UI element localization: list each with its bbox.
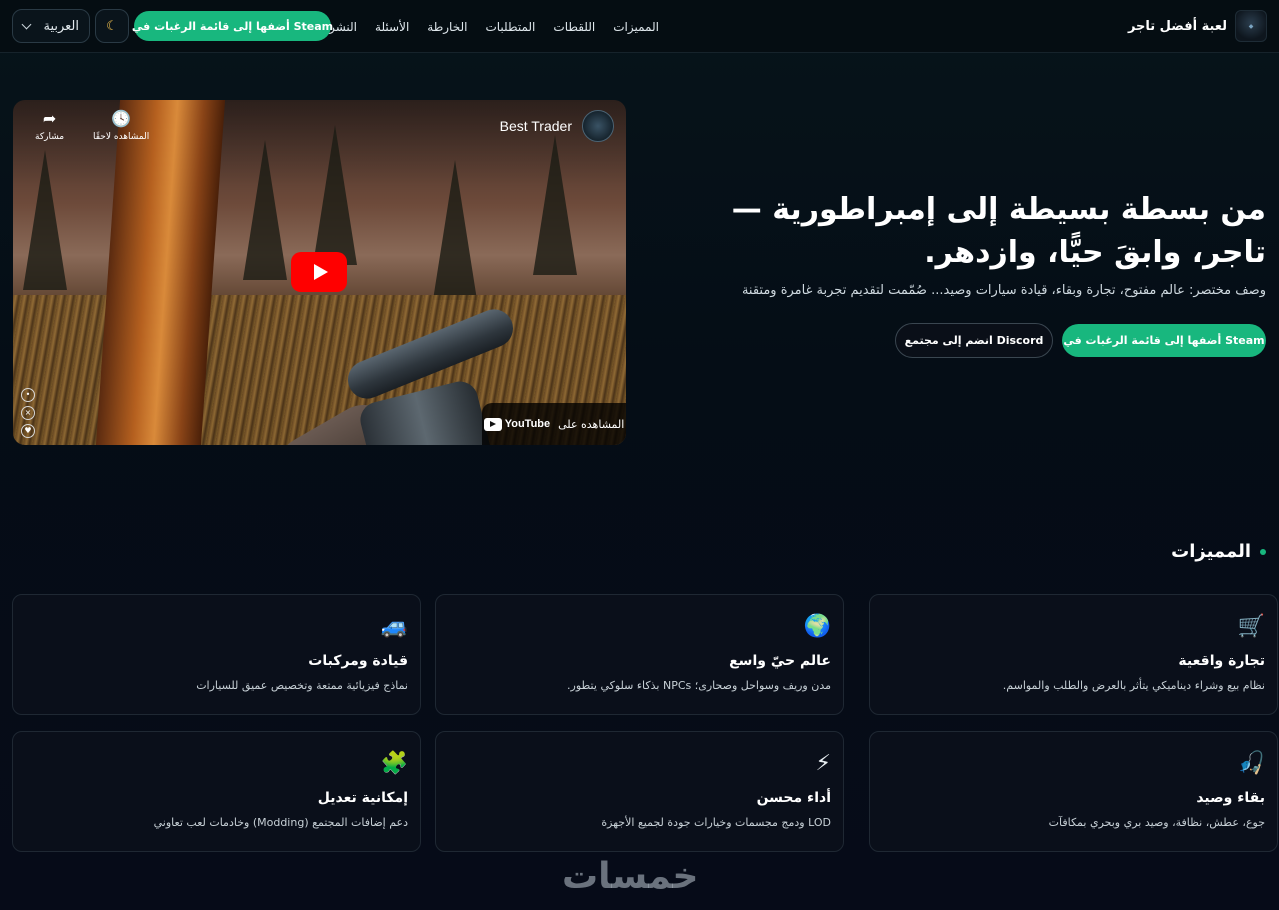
- nav-link-map[interactable]: الخارطة: [427, 20, 467, 34]
- discord-join-button[interactable]: انضم إلى مجتمع Discord: [895, 323, 1053, 358]
- hud-icon: ×: [21, 406, 35, 420]
- moon-icon: ☾: [106, 18, 118, 34]
- hud-icons: • × ♥: [21, 388, 35, 438]
- cart-icon: 🛒: [1237, 614, 1265, 639]
- youtube-video-embed[interactable]: Best Trader 🕓 المشاهده لاحقًا ➦ مشاركة •…: [13, 100, 626, 445]
- features-heading: المميزات: [1171, 541, 1266, 562]
- theme-toggle-button[interactable]: ☾: [95, 9, 129, 43]
- hero-title: من بسطة بسيطة إلى إمبراطورية — تاجر، واب…: [731, 192, 1266, 270]
- youtube-wordmark: YouTube: [504, 418, 551, 430]
- feature-title: تجارة واقعية: [1178, 653, 1265, 669]
- game-logo-icon: ◆: [1235, 10, 1267, 42]
- feature-desc: LOD ودمج مجسمات وخيارات جودة لجميع الأجه…: [601, 816, 831, 829]
- globe-icon: 🌍: [803, 614, 831, 639]
- fishing-icon: 🎣: [1237, 751, 1265, 776]
- feature-card-driving: 🚙 قيادة ومركبات نماذج فيزيائية ممتعة وتخ…: [12, 594, 421, 715]
- feature-desc: نظام بيع وشراء ديناميكي يتأثر بالعرض وال…: [1002, 679, 1265, 692]
- youtube-logo-icon: YouTube: [483, 417, 551, 431]
- watch-on-youtube-button[interactable]: المشاهده على YouTube: [482, 403, 626, 445]
- lightning-icon: ⚡: [815, 751, 831, 776]
- watch-later-button[interactable]: 🕓 المشاهده لاحقًا: [93, 109, 150, 143]
- watermark: خمسات: [562, 856, 699, 897]
- feature-card-performance: ⚡ أداء محسن LOD ودمج مجسمات وخيارات جودة…: [435, 731, 844, 852]
- hero-description: وصف مختصر: عالم مفتوح، تجارة وبقاء، قياد…: [741, 283, 1266, 298]
- nav-links: المميزات اللقطات المتطلبات الخارطة الأسئ…: [323, 0, 659, 53]
- features-title: المميزات: [1171, 541, 1251, 562]
- feature-title: قيادة ومركبات: [308, 653, 408, 669]
- feature-title: أداء محسن: [756, 790, 831, 806]
- puzzle-icon: 🧩: [380, 751, 408, 776]
- clock-icon: 🕓: [111, 109, 132, 128]
- video-scene-tree: [243, 140, 287, 280]
- share-icon: ➦: [42, 109, 57, 128]
- feature-card-trade: 🛒 تجارة واقعية نظام بيع وشراء ديناميكي ي…: [869, 594, 1278, 715]
- nav-link-faq[interactable]: الأسئلة: [375, 20, 409, 34]
- video-scene-tree: [433, 160, 477, 300]
- feature-card-modding: 🧩 إمكانية تعديل دعم إضافات المجتمع (Modd…: [12, 731, 421, 852]
- nav-link-features[interactable]: المميزات: [613, 20, 659, 34]
- feature-desc: دعم إضافات المجتمع (Modding) وخادمات لعب…: [153, 816, 408, 829]
- feature-card-world: 🌍 عالم حيّ واسع مدن وريف وسواحل وصحارى؛ …: [435, 594, 844, 715]
- nav-link-screenshots[interactable]: اللقطات: [553, 20, 595, 34]
- video-scene-tree: [23, 150, 67, 290]
- language-value: العربية: [43, 18, 79, 34]
- channel-avatar[interactable]: [582, 110, 614, 142]
- share-button[interactable]: ➦ مشاركة: [35, 109, 65, 143]
- feature-title: بقاء وصيد: [1196, 790, 1265, 806]
- hero-steam-wishlist-button[interactable]: أضفها إلى قائمة الرغبات في Steam: [1062, 324, 1266, 357]
- feature-desc: نماذج فيزيائية ممتعة وتخصيص عميق للسيارا…: [196, 679, 408, 692]
- watch-on-label: المشاهده على: [558, 417, 625, 431]
- brand-name: لعبة أفضل تاجر: [1127, 18, 1227, 34]
- video-title[interactable]: Best Trader: [500, 118, 572, 134]
- watch-later-label: المشاهده لاحقًا: [93, 132, 150, 142]
- feature-desc: مدن وريف وسواحل وصحارى؛ NPCs بذكاء سلوكي…: [567, 679, 831, 692]
- share-label: مشاركة: [35, 132, 65, 142]
- play-icon: [313, 264, 328, 280]
- feature-title: عالم حيّ واسع: [729, 653, 831, 669]
- car-icon: 🚙: [380, 614, 408, 639]
- feature-title: إمكانية تعديل: [317, 790, 408, 806]
- video-scene-tree: [533, 135, 577, 275]
- nav-link-requirements[interactable]: المتطلبات: [485, 20, 535, 34]
- feature-card-survival: 🎣 بقاء وصيد جوع، عطش، نظافة، وصيد بري وب…: [869, 731, 1278, 852]
- top-navbar: ◆ لعبة أفضل تاجر المميزات اللقطات المتطل…: [0, 0, 1279, 53]
- language-select[interactable]: العربية: [12, 9, 90, 43]
- hud-icon: •: [21, 388, 35, 402]
- video-scene-tree: [313, 125, 357, 265]
- brand[interactable]: ◆ لعبة أفضل تاجر: [1128, 10, 1267, 42]
- accent-dot: [1260, 548, 1266, 555]
- chevron-down-icon: [21, 19, 32, 30]
- feature-desc: جوع، عطش، نظافة، وصيد بري وبحري بمكافآت: [1048, 816, 1265, 829]
- hud-icon: ♥: [21, 424, 35, 438]
- nav-steam-wishlist-button[interactable]: أضفها إلى قائمة الرغبات في Steam: [132, 11, 333, 41]
- play-button[interactable]: [291, 252, 347, 292]
- video-channel[interactable]: Best Trader: [500, 110, 614, 142]
